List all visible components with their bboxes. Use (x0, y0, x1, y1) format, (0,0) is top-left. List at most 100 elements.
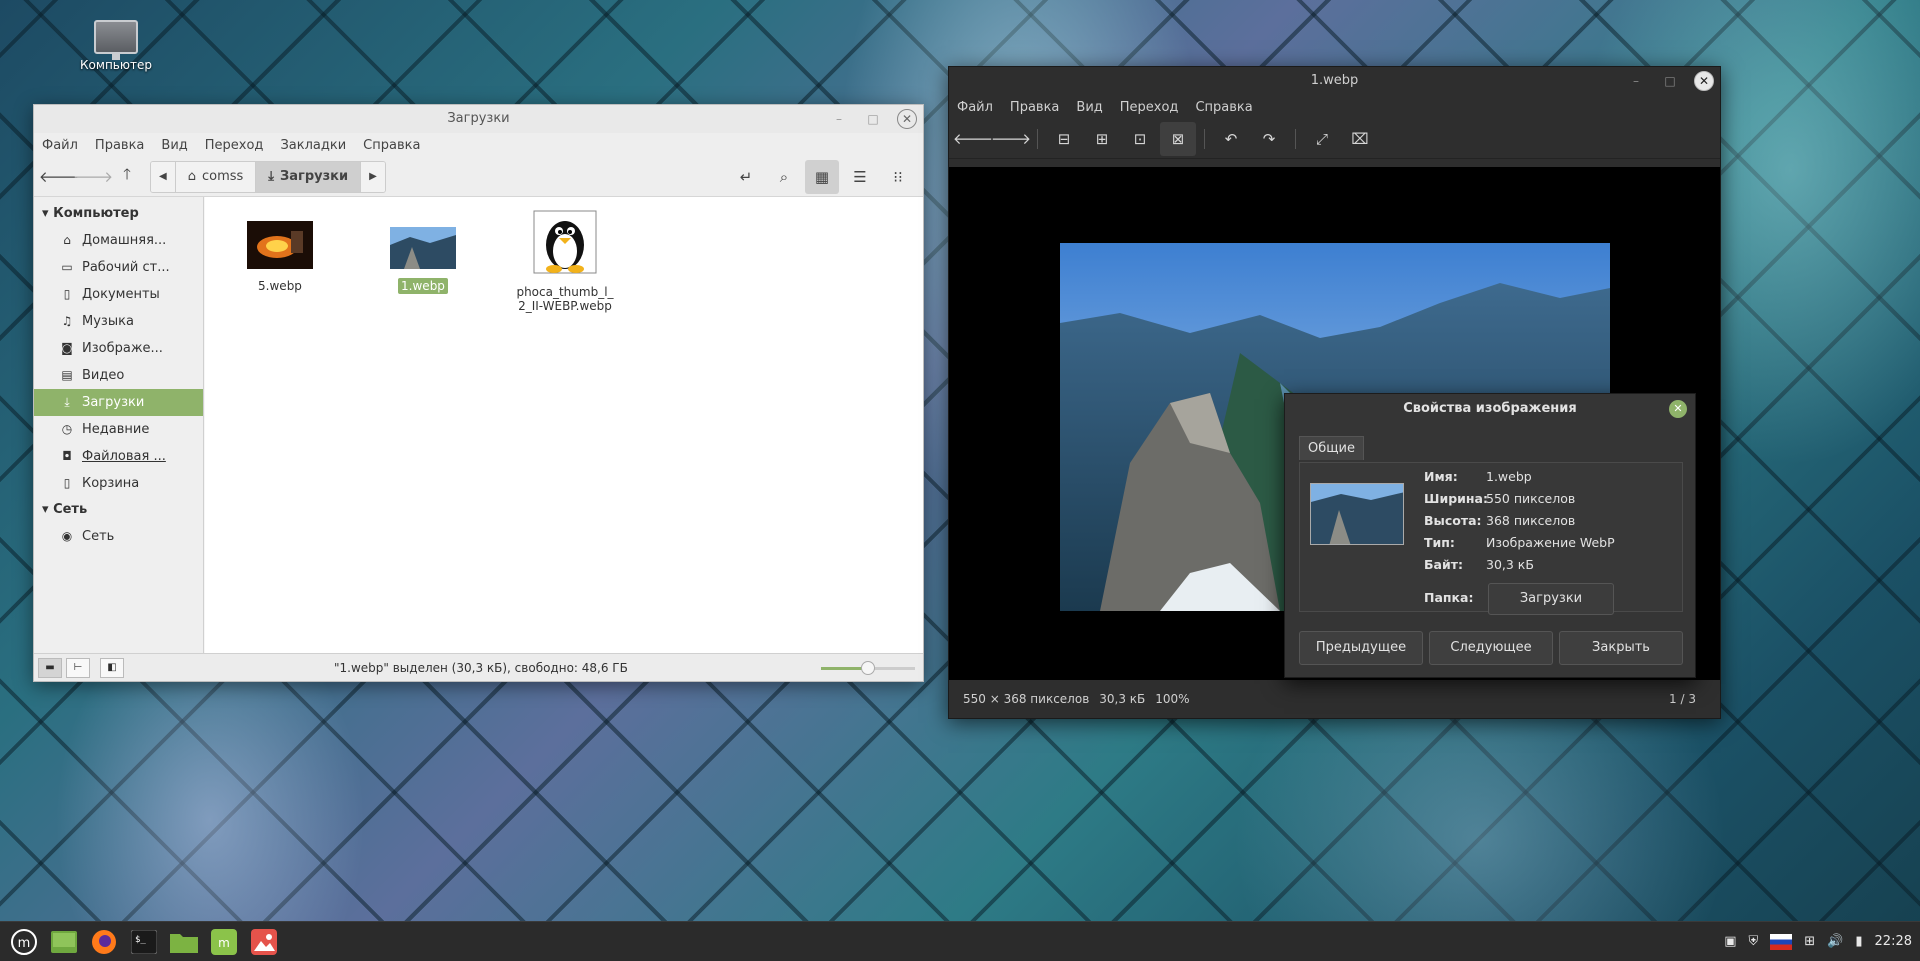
sidebar-item-documents[interactable]: ▯ Документы (34, 281, 203, 308)
recent-icon: ◷ (61, 422, 73, 436)
menu-button[interactable]: m (8, 926, 40, 958)
sidebar-item-desktop[interactable]: ▭ Рабочий ст... (34, 254, 203, 281)
sidebar-item-videos[interactable]: ▤ Видео (34, 362, 203, 389)
search-button[interactable]: ⌕ (767, 160, 801, 194)
network-icon[interactable]: ⊞ (1804, 934, 1815, 949)
clock[interactable]: 22:28 (1875, 934, 1912, 949)
firefox-icon (92, 929, 116, 954)
next-image-button[interactable]: 🡒 (991, 122, 1031, 156)
hide-sidebar-button[interactable]: ◧ (100, 657, 124, 678)
battery-icon[interactable]: ▮ (1855, 934, 1862, 949)
sidebar-item-trash[interactable]: ▯ Корзина (34, 470, 203, 497)
show-desktop-launcher[interactable] (48, 926, 80, 958)
menu-file[interactable]: Файл (957, 100, 993, 115)
close-dialog-button[interactable]: Закрыть (1559, 631, 1683, 665)
clipboard-icon[interactable]: ▣ (1724, 934, 1736, 949)
image-viewer-launcher[interactable] (248, 926, 280, 958)
download-icon: ⤓ (268, 169, 275, 184)
slideshow-button[interactable]: ⌧ (1342, 122, 1378, 156)
sidebar-item-network[interactable]: ◉ Сеть (34, 523, 203, 550)
previous-button[interactable]: Предыдущее (1299, 631, 1423, 665)
file-view[interactable]: 5.webp 1.webp phoca_thumb_l_ 2_II-WEBP.w… (205, 197, 923, 653)
file-item[interactable]: phoca_thumb_l_ 2_II-WEBP.webp (510, 209, 620, 314)
system-tray: ▣ ⛨ ⊞ 🔊 ▮ 22:28 (1724, 933, 1920, 950)
file-item[interactable]: 1.webp (368, 227, 478, 294)
forward-button[interactable]: 🡒 (73, 160, 113, 194)
maximize-button[interactable]: □ (863, 109, 883, 129)
prop-key: Байт: (1424, 557, 1463, 572)
drive-icon: ◘ (62, 449, 72, 463)
sidebar-item-music[interactable]: ♫ Музыка (34, 308, 203, 335)
breadcrumb-right-arrow[interactable]: ▶ (361, 161, 385, 192)
menu-help[interactable]: Справка (1195, 100, 1252, 115)
menu-bookmarks[interactable]: Закладки (280, 138, 346, 153)
menu-edit[interactable]: Правка (95, 138, 144, 153)
sidebar-item-downloads[interactable]: ⤓ Загрузки (34, 389, 203, 416)
dialog-close-button[interactable]: ✕ (1669, 400, 1687, 418)
file-thumbnail (533, 210, 597, 274)
window-titlebar[interactable]: 1.webp – □ ✕ (949, 67, 1720, 95)
close-button[interactable]: ✕ (1694, 71, 1714, 91)
fullscreen-button[interactable]: ⤢ (1304, 122, 1340, 156)
keyboard-layout-flag-icon[interactable] (1770, 933, 1793, 950)
compact-view-button[interactable]: ⁝⁝ (881, 160, 915, 194)
mintinstall-launcher[interactable]: m (208, 926, 240, 958)
sidebar-item-filesystem[interactable]: ◘ Файловая ... (34, 443, 203, 470)
breadcrumb-left-arrow[interactable]: ◀ (151, 161, 176, 192)
folder-icon (170, 933, 198, 953)
zoom-normal-button[interactable]: ⊡ (1122, 122, 1158, 156)
up-button[interactable]: 🡑 (110, 160, 144, 194)
prop-key: Ширина: (1424, 491, 1488, 506)
breadcrumb-label: comss (201, 169, 244, 184)
back-button[interactable]: 🡐 (39, 160, 79, 194)
prop-value: 550 пикселов (1486, 491, 1576, 506)
window-titlebar[interactable]: Загрузки – □ ✕ (34, 105, 923, 133)
prop-value: 368 пикселов (1486, 513, 1576, 528)
show-tree-button[interactable]: ⊢ (66, 657, 90, 678)
sidebar-item-home[interactable]: ⌂ Домашняя... (34, 227, 203, 254)
image-dimensions: 550 × 368 пикселов (963, 692, 1090, 706)
desktop-computer-icon[interactable]: Компьютер (76, 20, 156, 72)
menu-go[interactable]: Переход (205, 138, 264, 153)
sidebar-section-computer[interactable]: ▾ Компьютер (34, 201, 203, 227)
zoom-slider-handle[interactable] (861, 661, 875, 675)
firefox-launcher[interactable] (88, 926, 120, 958)
tab-general[interactable]: Общие (1299, 436, 1364, 460)
rotate-left-button[interactable]: ↶ (1213, 122, 1249, 156)
zoom-in-button[interactable]: ⊞ (1084, 122, 1120, 156)
home-icon: ⌂ (63, 233, 71, 247)
zoom-slider[interactable] (821, 661, 915, 675)
file-item[interactable]: 5.webp (225, 221, 335, 294)
icon-view-button[interactable]: ▦ (805, 159, 839, 194)
minimize-button[interactable]: – (829, 109, 849, 129)
open-folder-button[interactable]: Загрузки (1488, 583, 1614, 615)
menu-edit[interactable]: Правка (1010, 100, 1059, 115)
toggle-location-button[interactable]: ↵ (729, 160, 763, 194)
shield-icon[interactable]: ⛨ (1749, 934, 1759, 949)
show-places-button[interactable]: ▬ (38, 657, 62, 678)
rotate-right-button[interactable]: ↷ (1251, 122, 1287, 156)
list-view-button[interactable]: ☰ (843, 160, 877, 194)
status-text: "1.webp" выделен (30,3 кБ), свободно: 48… (334, 660, 628, 675)
sidebar-section-network[interactable]: ▾ Сеть (34, 497, 203, 523)
previous-image-button[interactable]: 🡐 (953, 122, 993, 156)
maximize-button[interactable]: □ (1660, 71, 1680, 91)
zoom-out-button[interactable]: ⊟ (1046, 122, 1082, 156)
sidebar-item-pictures[interactable]: ◙ Изображе... (34, 335, 203, 362)
terminal-launcher[interactable]: $_ (128, 926, 160, 958)
close-button[interactable]: ✕ (897, 109, 917, 129)
prop-bytes: Байт: 30,3 кБ (1424, 557, 1534, 572)
menu-view[interactable]: Вид (1076, 100, 1102, 115)
menu-help[interactable]: Справка (363, 138, 420, 153)
volume-icon[interactable]: 🔊 (1827, 934, 1843, 949)
breadcrumb-home[interactable]: ⌂ comss (175, 161, 257, 192)
next-button[interactable]: Следующее (1429, 631, 1553, 665)
files-launcher[interactable] (168, 926, 200, 958)
menu-go[interactable]: Переход (1120, 100, 1179, 115)
zoom-fit-button[interactable]: ⊠ (1160, 121, 1196, 156)
menu-view[interactable]: Вид (161, 138, 187, 153)
breadcrumb-current[interactable]: ⤓ Загрузки (256, 161, 362, 192)
menu-file[interactable]: Файл (42, 138, 78, 153)
minimize-button[interactable]: – (1626, 71, 1646, 91)
sidebar-item-recent[interactable]: ◷ Недавние (34, 416, 203, 443)
